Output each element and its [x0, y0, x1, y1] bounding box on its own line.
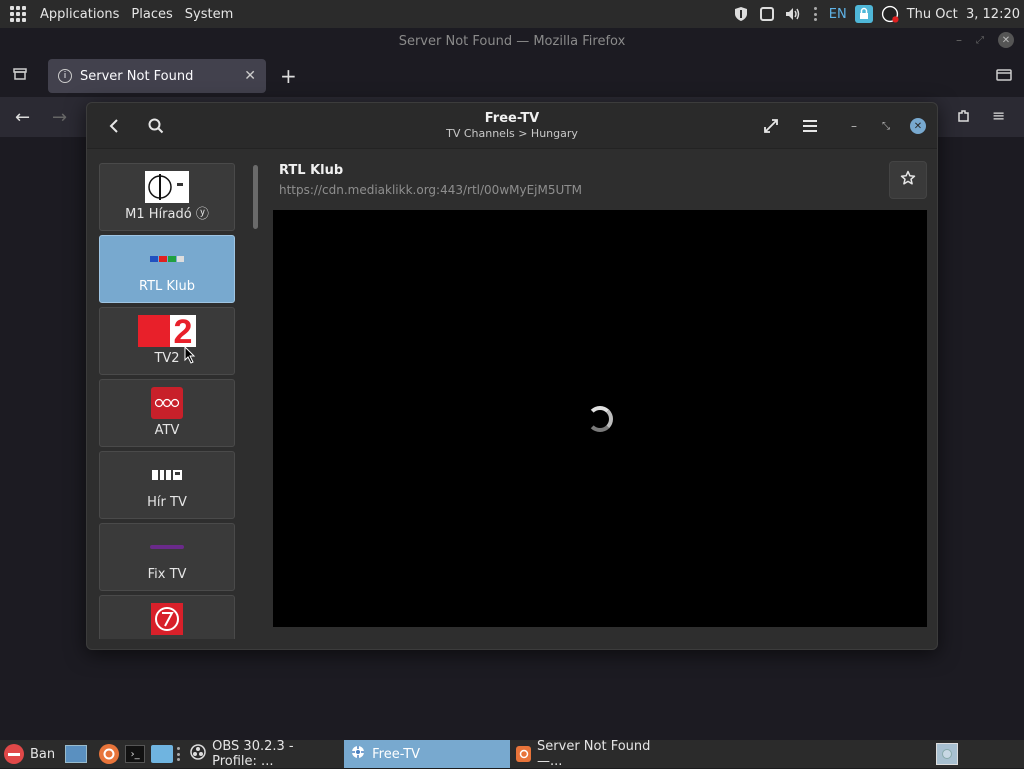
stream-url: https://cdn.mediaklikk.org:443/rtl/00wMy… [279, 183, 582, 197]
rtl-logo-icon [150, 242, 184, 276]
files-launcher-icon[interactable] [151, 745, 174, 763]
atv-logo-icon [151, 386, 183, 420]
forward-icon[interactable]: → [52, 107, 67, 128]
firefox-icon [516, 746, 532, 762]
window-icon[interactable] [758, 5, 776, 23]
volume-icon[interactable] [784, 5, 802, 23]
star-icon [900, 170, 916, 190]
channel-item[interactable]: 2 TV2 [99, 307, 235, 375]
channel-item[interactable]: ATV [99, 379, 235, 447]
freetv-window: Free-TV TV Channels > Hungary – ⤡ ✕ M1 H… [86, 102, 938, 650]
show-desktop-icon[interactable] [65, 745, 88, 763]
fullscreen-icon[interactable] [760, 115, 782, 137]
apps-grid-icon[interactable] [10, 6, 26, 22]
firefox-tabbar: i Server Not Found ✕ + [0, 55, 1024, 97]
fixtv-logo-icon [150, 530, 184, 564]
menu-applications[interactable]: Applications [40, 7, 119, 22]
back-icon[interactable]: ← [15, 107, 30, 128]
taskbar-label: Ban [30, 746, 56, 762]
channel-name: ATV [154, 423, 180, 438]
freetv-icon [350, 744, 366, 764]
video-player[interactable] [273, 210, 927, 627]
new-tab-icon[interactable]: + [280, 64, 297, 88]
lock-app-icon[interactable] [854, 5, 873, 23]
obs-icon [190, 744, 206, 764]
hirtv-logo-icon [151, 458, 183, 492]
tab-label: Server Not Found [80, 68, 194, 84]
mouse-cursor-icon [184, 345, 196, 368]
firefox-titlebar: Server Not Found — Mozilla Firefox – ⤢ ✕ [0, 28, 1024, 55]
close-tab-icon[interactable]: ✕ [244, 68, 256, 84]
m1-logo-icon [145, 170, 189, 204]
close-icon[interactable]: ✕ [998, 32, 1014, 48]
taskbar-item-obs[interactable]: OBS 30.2.3 - Profile: ... [184, 739, 344, 769]
firefox-window-title: Server Not Found — Mozilla Firefox [398, 34, 626, 49]
restore-icon[interactable]: ⤡ [875, 115, 897, 137]
channel-item-selected[interactable]: RTL Klub [99, 235, 235, 303]
info-icon: i [58, 69, 72, 83]
clock[interactable]: Thu Oct 3, 12:20 [907, 7, 1020, 22]
taskbar-item-firefox[interactable]: Server Not Found —... [510, 739, 676, 769]
taskbar-separator [177, 747, 181, 761]
channel-name: Fix TV [147, 567, 187, 582]
channel-item[interactable]: Fix TV [99, 523, 235, 591]
list-all-tabs-icon[interactable] [996, 67, 1012, 86]
app-menu-icon[interactable]: ≡ [992, 106, 1005, 125]
channel-item[interactable]: Hír TV [99, 451, 235, 519]
channel-name: RTL Klub [138, 279, 196, 294]
tray-separator [813, 7, 817, 21]
no-entry-icon [4, 744, 24, 764]
shield-icon[interactable] [732, 5, 750, 23]
taskbar-label: Server Not Found —... [537, 739, 651, 769]
channel-list[interactable]: M1 Híradó ⓨ RTL Klub 2 TV2 ATV Hír TV Fi… [99, 163, 237, 639]
taskbar-label: Free-TV [372, 746, 421, 762]
firefox-launcher-icon[interactable] [99, 744, 120, 764]
freetv-header: Free-TV TV Channels > Hungary – ⤡ ✕ [87, 103, 937, 149]
minimize-icon[interactable]: – [956, 33, 962, 47]
favorite-button[interactable] [889, 161, 927, 199]
top-panel: Applications Places System EN Thu Oct 3,… [0, 0, 1024, 28]
minimize-icon[interactable]: – [843, 115, 865, 137]
hamburger-menu-icon[interactable] [799, 115, 821, 137]
taskbar-item-ban[interactable]: Ban [0, 740, 61, 768]
tv2-logo-icon: 2 [138, 314, 196, 348]
channel-logo-icon [151, 602, 183, 636]
tab-server-not-found[interactable]: i Server Not Found ✕ [48, 59, 266, 93]
channel-name: Hír TV [147, 495, 187, 510]
scrollbar-thumb[interactable] [253, 165, 258, 229]
tab-overview-icon[interactable] [12, 66, 28, 86]
obs-icon[interactable] [881, 5, 899, 23]
channel-name: M1 Híradó ⓨ [125, 207, 209, 222]
taskbar-label: OBS 30.2.3 - Profile: ... [212, 739, 294, 769]
taskbar-item-freetv[interactable]: Free-TV [344, 740, 511, 768]
menu-places[interactable]: Places [131, 7, 172, 22]
menu-system[interactable]: System [185, 7, 233, 22]
svg-text:2: 2 [174, 315, 193, 347]
extensions-icon[interactable] [956, 108, 972, 128]
channel-item[interactable] [99, 595, 235, 639]
channel-name: TV2 [154, 351, 180, 366]
close-icon[interactable]: ✕ [907, 115, 929, 137]
maximize-icon[interactable]: ⤢ [976, 35, 984, 46]
keyboard-layout[interactable]: EN [829, 7, 847, 22]
loading-spinner-icon [587, 406, 613, 432]
taskbar: Ban ›_ OBS 30.2.3 - Profile: ... Free-TV… [0, 739, 1024, 769]
current-channel-title: RTL Klub [279, 163, 344, 178]
workspace-switcher-icon[interactable] [936, 743, 958, 765]
channel-item[interactable]: M1 Híradó ⓨ [99, 163, 235, 231]
terminal-launcher-icon[interactable]: ›_ [125, 745, 146, 763]
